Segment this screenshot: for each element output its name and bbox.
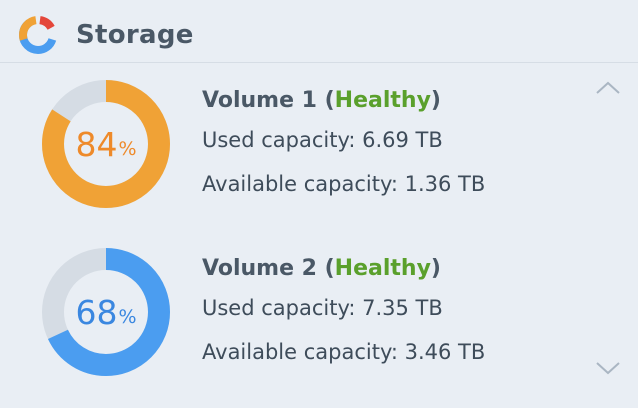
volume-1-used: Used capacity: 6.69 TB bbox=[202, 128, 443, 152]
volume-2-card: 68% Volume 2 (Healthy) Used capacity: 7.… bbox=[40, 246, 560, 381]
volume-2-usage-donut: 68% bbox=[40, 246, 172, 378]
volume-2-status: Healthy bbox=[334, 256, 431, 281]
volume-2-info: Volume 2 (Healthy) Used capacity: 7.35 T… bbox=[202, 252, 485, 374]
volume-1-usage-donut: 84% bbox=[40, 78, 172, 210]
volume-2-used: Used capacity: 7.35 TB bbox=[202, 296, 443, 320]
volume-1-percent: 84% bbox=[75, 124, 137, 164]
volume-2-title: Volume 2 (Healthy) bbox=[202, 256, 441, 281]
volume-1-status: Healthy bbox=[334, 88, 431, 113]
storage-widget: Storage 84% Volume 1 (Healthy) Used capa… bbox=[0, 0, 638, 408]
chevron-up-icon[interactable] bbox=[594, 78, 622, 98]
header-divider bbox=[0, 62, 638, 63]
volume-1-title: Volume 1 (Healthy) bbox=[202, 88, 441, 113]
widget-header: Storage bbox=[16, 12, 194, 58]
widget-title: Storage bbox=[76, 20, 194, 50]
chevron-down-icon[interactable] bbox=[594, 358, 622, 378]
volume-2-available: Available capacity: 3.46 TB bbox=[202, 340, 486, 364]
volume-1-card: 84% Volume 1 (Healthy) Used capacity: 6.… bbox=[40, 78, 560, 213]
volume-1-available: Available capacity: 1.36 TB bbox=[202, 172, 486, 196]
volume-2-percent: 68% bbox=[75, 292, 137, 332]
storage-pie-icon bbox=[19, 16, 57, 54]
volume-1-info: Volume 1 (Healthy) Used capacity: 6.69 T… bbox=[202, 84, 485, 206]
